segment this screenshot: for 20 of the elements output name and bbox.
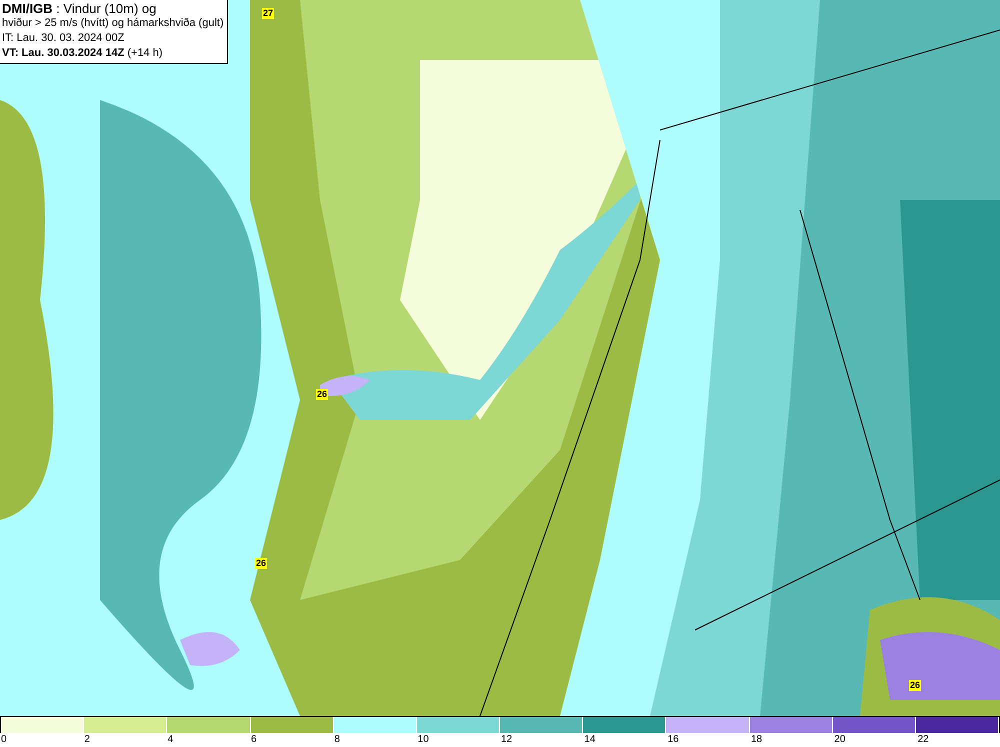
legend-tick-label: 4 <box>168 734 174 745</box>
legend-tick-label: 22 <box>918 734 929 745</box>
legend-tick-label: 12 <box>500 734 512 745</box>
legend-tick-label: 20 <box>834 734 846 745</box>
legend-tick-label: 18 <box>750 734 762 745</box>
map-info-text: hviður > 25 m/s (hvítt) og hámarkshviða (gult) <box>2 16 224 31</box>
map-title: DMI/IGB : Vindur (10m) og <box>2 1 158 16</box>
legend-tick-label: 8 <box>334 734 340 745</box>
gust-label: 26 <box>255 558 268 569</box>
gust-label: 26 <box>316 389 328 400</box>
map-info-text: IT: Lau. 30. 03. 2024 00Z <box>2 31 126 46</box>
legend-tick-label: 14 <box>584 734 596 745</box>
legend-tick-label: 16 <box>668 734 679 745</box>
gust-label: 27 <box>262 8 274 19</box>
map-info-text: VT: Lau. 30.03.2024 14Z (+14 h) <box>2 46 164 61</box>
legend-tick-label: 0 <box>1 734 7 745</box>
gust-label: 26 <box>909 680 922 691</box>
legend-tick-label: 2 <box>84 734 90 745</box>
legend-tick-label: 10 <box>418 734 429 745</box>
legend-tick-label: 6 <box>250 734 257 745</box>
